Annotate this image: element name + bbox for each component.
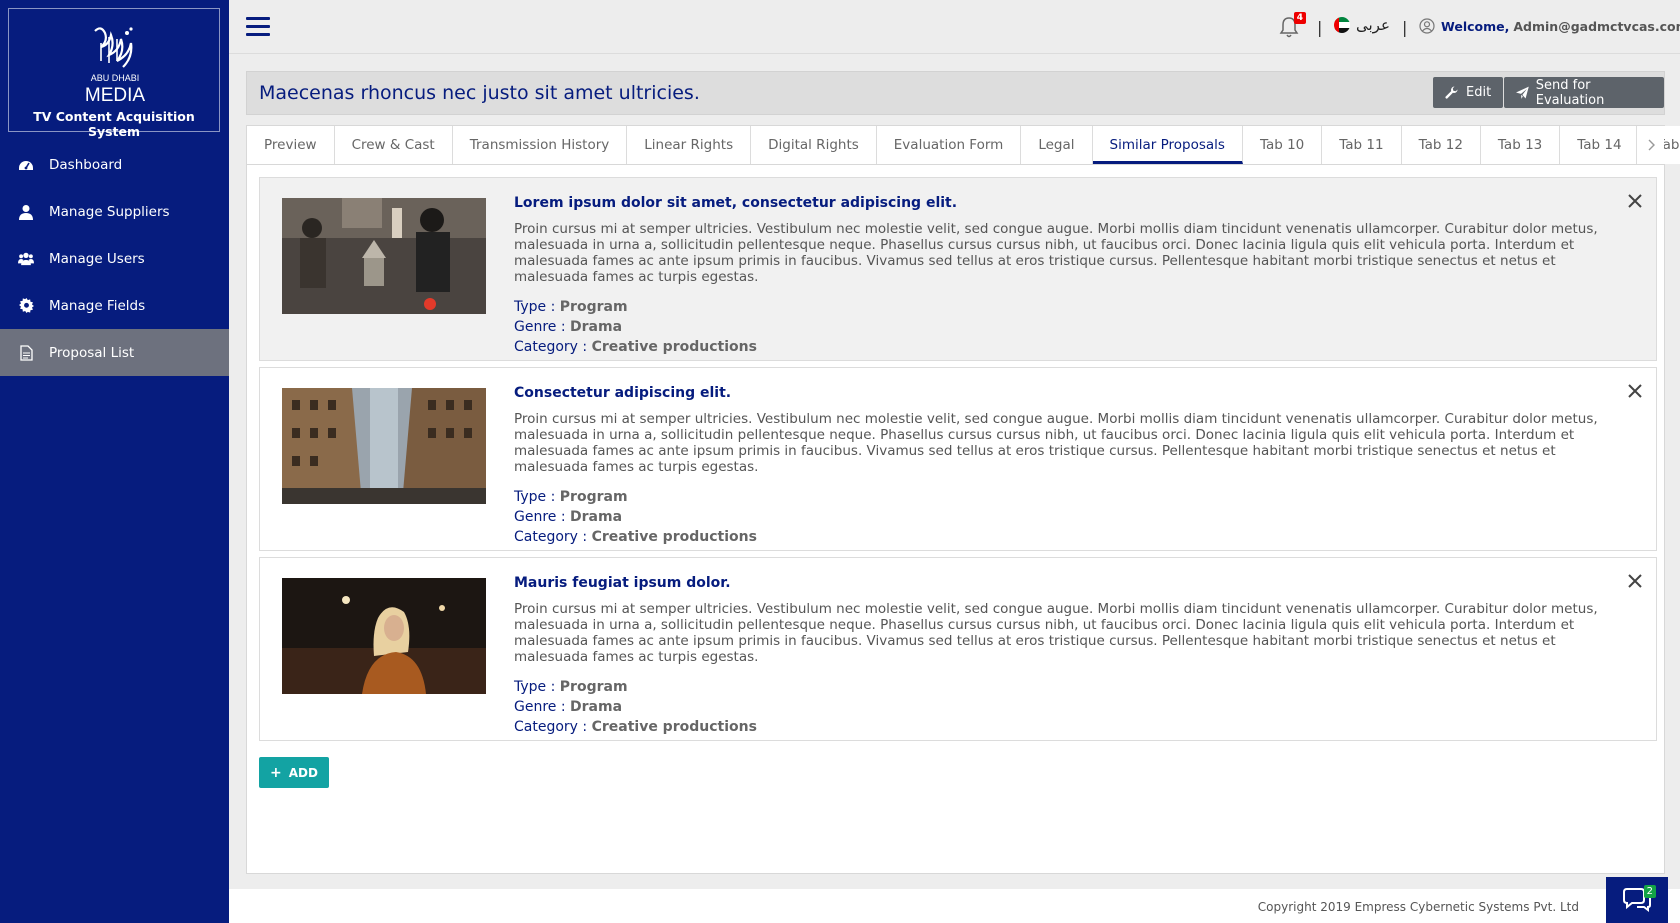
sidebar-item-proposal-list[interactable]: Proposal List <box>0 329 229 376</box>
edit-button-label: Edit <box>1466 85 1492 100</box>
user-email: Admin@gadmctvcas.com <box>1513 18 1680 34</box>
proposal-category: Category : Creative productions <box>514 529 757 545</box>
language-switcher[interactable]: عربى <box>1334 16 1390 34</box>
sidebar-item-label: Proposal List <box>49 344 135 361</box>
proposal-genre: Genre : Drama <box>514 319 623 335</box>
send-for-evaluation-button[interactable]: Send for Evaluation <box>1504 77 1664 108</box>
tab-similar-proposals[interactable]: Similar Proposals <box>1092 126 1243 164</box>
close-icon[interactable] <box>1626 192 1644 210</box>
chat-button[interactable]: 2 <box>1606 877 1668 923</box>
user-circle-icon <box>1419 18 1435 34</box>
sidebar-item-dashboard[interactable]: Dashboard <box>0 141 229 188</box>
proposal-thumbnail-street-market <box>282 198 486 314</box>
proposal-description: Proin cursus mi at semper ultricies. Ves… <box>514 221 1598 285</box>
copyright-text: Copyright 2019 Empress Cybernetic System… <box>1257 900 1579 914</box>
tab-digital-rights[interactable]: Digital Rights <box>751 126 877 164</box>
proposal-card-body: Lorem ipsum dolor sit amet, consectetur … <box>514 195 1604 357</box>
sidebar-item-manage-fields[interactable]: Manage Fields <box>0 282 229 329</box>
tab-10[interactable]: Tab 10 <box>1242 126 1323 164</box>
proposal-category: Category : Creative productions <box>514 339 757 355</box>
proposal-type: Type : Program <box>514 299 628 315</box>
proposal-title[interactable]: Mauris feugiat ipsum dolor. <box>514 575 1604 591</box>
proposal-type: Type : Program <box>514 489 628 505</box>
sidebar-item-manage-users[interactable]: Manage Users <box>0 235 229 282</box>
proposal-genre: Genre : Drama <box>514 509 623 525</box>
user-icon <box>18 204 34 220</box>
user-menu[interactable]: Welcome, Admin@gadmctvcas.com <box>1419 18 1680 34</box>
logo-text-line1: ABU DHABI <box>91 73 140 83</box>
logo-text-line2: MEDIA <box>85 85 146 105</box>
dashboard-icon <box>18 157 34 173</box>
sidebar-item-label: Manage Suppliers <box>49 203 170 220</box>
users-icon <box>18 251 34 267</box>
notification-bell-icon[interactable]: 4 <box>1278 12 1306 40</box>
proposal-title[interactable]: Consectetur adipiscing elit. <box>514 385 1604 401</box>
footer: Copyright 2019 Empress Cybernetic System… <box>229 889 1680 923</box>
proposal-card-body: Consectetur adipiscing elit. Proin cursu… <box>514 385 1604 547</box>
proposal-header: Maecenas rhoncus nec justo sit amet ultr… <box>246 71 1665 115</box>
proposal-title[interactable]: Lorem ipsum dolor sit amet, consectetur … <box>514 195 1604 211</box>
logo[interactable]: ABU DHABI MEDIA TV Content Acquisition S… <box>8 8 220 139</box>
tab-preview[interactable]: Preview <box>247 126 335 164</box>
top-bar: 4 | عربى | Welcome, Admin@gadmctvcas.com <box>229 0 1680 54</box>
tab-12[interactable]: Tab 12 <box>1401 126 1481 164</box>
abu-dhabi-media-logo: ABU DHABI MEDIA <box>85 27 146 105</box>
close-icon[interactable] <box>1626 572 1644 590</box>
edit-button[interactable]: Edit <box>1433 77 1504 108</box>
proposal-genre: Genre : Drama <box>514 699 623 715</box>
send-button-label: Send for Evaluation <box>1535 77 1605 108</box>
language-label: عربى <box>1356 16 1390 34</box>
tab-14[interactable]: Tab 14 <box>1560 126 1640 164</box>
welcome-label: Welcome, <box>1441 18 1510 34</box>
tab-evaluation-form[interactable]: Evaluation Form <box>876 126 1022 164</box>
sidebar-item-label: Manage Fields <box>49 297 146 314</box>
proposal-thumbnail-city-buildings <box>282 388 486 504</box>
uae-flag-icon <box>1334 17 1350 33</box>
proposal-card: Consectetur adipiscing elit. Proin cursu… <box>259 367 1657 551</box>
menu-toggle-icon[interactable] <box>246 17 270 36</box>
sidebar-item-manage-suppliers[interactable]: Manage Suppliers <box>0 188 229 235</box>
proposal-category: Category : Creative productions <box>514 719 757 735</box>
sidebar: ABU DHABI MEDIA TV Content Acquisition S… <box>0 0 229 923</box>
tab-bar: Preview Crew & Cast Transmission History… <box>247 126 1680 165</box>
header-separator: | <box>1402 18 1408 37</box>
proposal-card-body: Mauris feugiat ipsum dolor. Proin cursus… <box>514 575 1604 737</box>
sidebar-nav: Dashboard Manage Suppliers Manage Users … <box>0 141 229 376</box>
proposal-thumbnail-woman-theater <box>282 578 486 694</box>
tab-legal[interactable]: Legal <box>1021 126 1093 164</box>
tab-linear-rights[interactable]: Linear Rights <box>627 126 752 164</box>
wrench-icon <box>1445 86 1458 99</box>
proposal-description: Proin cursus mi at semper ultricies. Ves… <box>514 411 1598 475</box>
proposal-card: Lorem ipsum dolor sit amet, consectetur … <box>259 177 1657 361</box>
document-icon <box>18 344 34 361</box>
tab-13[interactable]: Tab 13 <box>1480 126 1561 164</box>
chevron-right-icon <box>1648 139 1655 151</box>
proposal-type: Type : Program <box>514 679 628 695</box>
add-button[interactable]: + ADD <box>259 757 329 788</box>
tab-scroll-right-button[interactable] <box>1636 126 1664 164</box>
add-button-label: ADD <box>288 765 318 780</box>
plus-icon: + <box>270 764 282 781</box>
notification-badge: 4 <box>1293 12 1306 24</box>
paper-plane-icon <box>1516 86 1529 99</box>
chat-badge: 2 <box>1643 885 1656 898</box>
gear-icon <box>18 298 34 314</box>
tab-transmission-history[interactable]: Transmission History <box>452 126 628 164</box>
sidebar-item-label: Dashboard <box>49 156 123 173</box>
proposal-description: Proin cursus mi at semper ultricies. Ves… <box>514 601 1598 665</box>
page-title: Maecenas rhoncus nec justo sit amet ultr… <box>259 82 700 104</box>
tab-crew-cast[interactable]: Crew & Cast <box>334 126 453 164</box>
app-title: TV Content Acquisition System <box>33 109 195 139</box>
proposal-card: Mauris feugiat ipsum dolor. Proin cursus… <box>259 557 1657 741</box>
tab-11[interactable]: Tab 11 <box>1322 126 1402 164</box>
close-icon[interactable] <box>1626 382 1644 400</box>
header-separator: | <box>1317 18 1323 37</box>
main-panel: Preview Crew & Cast Transmission History… <box>246 125 1680 874</box>
sidebar-item-label: Manage Users <box>49 250 145 267</box>
